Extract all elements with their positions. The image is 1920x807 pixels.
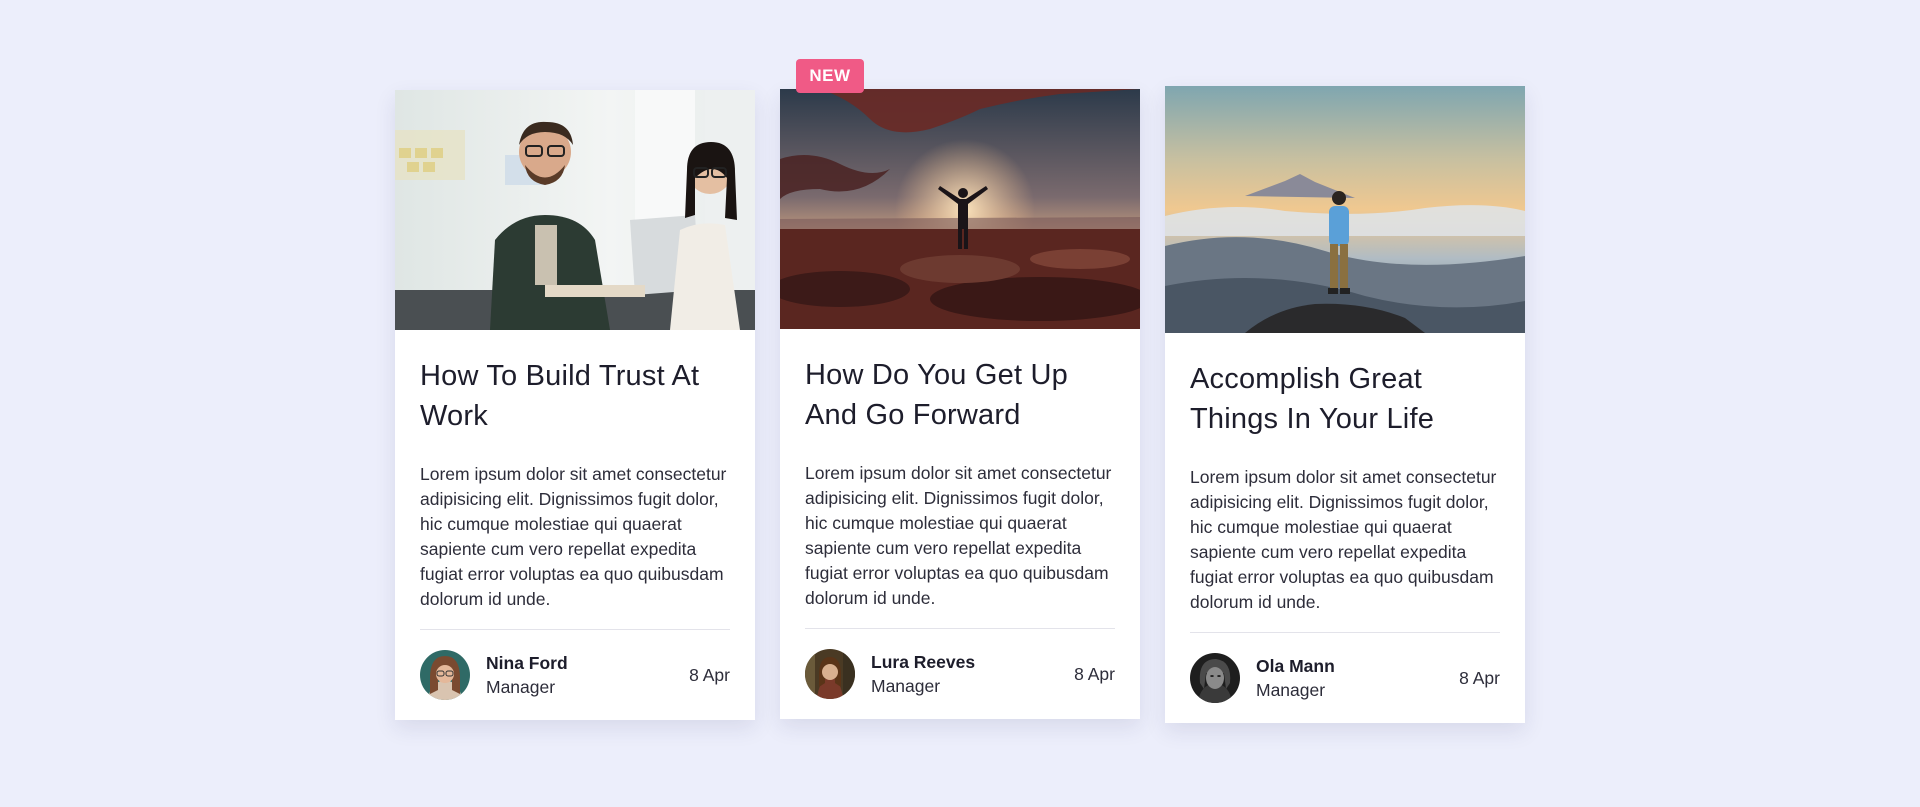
avatar[interactable] xyxy=(805,649,855,699)
post-date: 8 Apr xyxy=(1074,663,1115,684)
article-card[interactable]: How Do You Get Up And Go Forward Lorem i… xyxy=(780,89,1140,719)
avatar[interactable] xyxy=(420,650,470,700)
card-image-mountain[interactable] xyxy=(1165,86,1525,333)
card-footer: Ola Mann Manager 8 Apr xyxy=(1190,633,1500,723)
author-role: Manager xyxy=(871,676,941,696)
card-title[interactable]: How Do You Get Up And Go Forward xyxy=(805,355,1115,435)
card-image-sunset[interactable] xyxy=(780,89,1140,329)
card-image-office[interactable] xyxy=(395,90,755,330)
card-description: Lorem ipsum dolor sit amet consectetur a… xyxy=(420,464,727,609)
article-card[interactable]: Accomplish Great Things In Your Life Lor… xyxy=(1165,86,1525,723)
card-title[interactable]: How To Build Trust At Work xyxy=(420,356,730,436)
card-description: Lorem ipsum dolor sit amet consectetur a… xyxy=(805,463,1112,608)
author-name[interactable]: Nina Ford xyxy=(486,651,689,675)
post-date: 8 Apr xyxy=(689,664,730,685)
avatar[interactable] xyxy=(1190,653,1240,703)
author-name[interactable]: Ola Mann xyxy=(1256,654,1459,678)
card-description: Lorem ipsum dolor sit amet consectetur a… xyxy=(1190,467,1497,612)
author-name[interactable]: Lura Reeves xyxy=(871,650,1074,674)
card-footer: Nina Ford Manager 8 Apr xyxy=(420,630,730,720)
author-role: Manager xyxy=(486,677,556,697)
author-role: Manager xyxy=(1256,680,1326,700)
card-title[interactable]: Accomplish Great Things In Your Life xyxy=(1190,359,1500,439)
card-footer: Lura Reeves Manager 8 Apr xyxy=(805,629,1115,719)
new-badge: NEW xyxy=(796,59,864,93)
article-card[interactable]: How To Build Trust At Work Lorem ipsum d… xyxy=(395,90,755,720)
post-date: 8 Apr xyxy=(1459,667,1500,688)
